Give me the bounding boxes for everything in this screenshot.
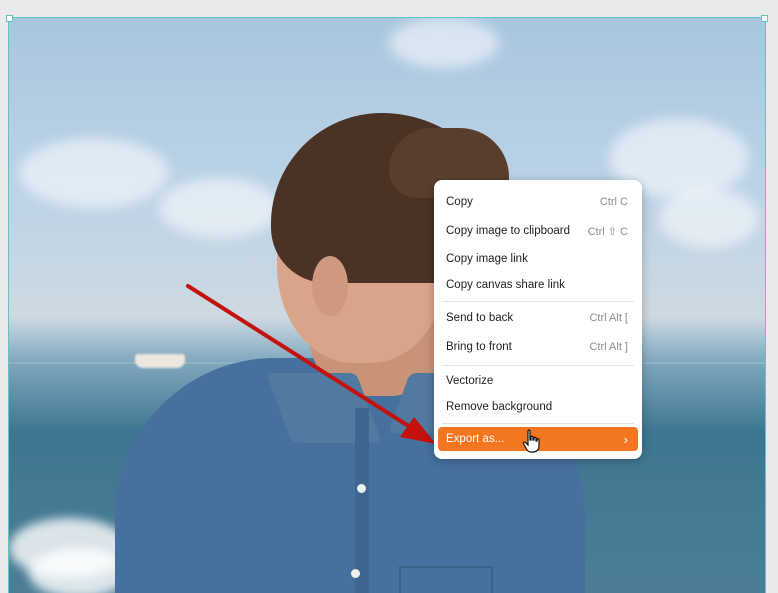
hand-pointer-icon — [522, 429, 540, 453]
context-menu: Copy Ctrl C Copy image to clipboard Ctrl… — [434, 180, 642, 459]
menu-item-label: Export as... — [446, 433, 505, 445]
chevron-right-icon: › — [623, 431, 628, 447]
menu-divider — [442, 301, 634, 302]
menu-item-label: Remove background — [446, 401, 553, 413]
menu-divider — [442, 365, 634, 366]
menu-item-copy-image-link[interactable]: Copy image link — [438, 247, 638, 271]
menu-item-label: Copy image to clipboard — [446, 225, 571, 237]
menu-item-label: Vectorize — [446, 375, 494, 387]
menu-item-send-to-back[interactable]: Send to back Ctrl Alt [ — [438, 306, 638, 330]
menu-item-shortcut: Ctrl Alt ] — [589, 341, 628, 353]
menu-item-label: Bring to front — [446, 341, 512, 353]
menu-item-label: Send to back — [446, 312, 514, 324]
menu-item-copy-image-to-clipboard[interactable]: Copy image to clipboard Ctrl ⇧ C — [438, 219, 638, 243]
menu-item-copy-canvas-share-link[interactable]: Copy canvas share link — [438, 273, 638, 297]
menu-item-bring-to-front[interactable]: Bring to front Ctrl Alt ] — [438, 335, 638, 359]
menu-item-shortcut: Ctrl Alt [ — [589, 312, 628, 324]
menu-divider — [442, 423, 634, 424]
menu-item-shortcut: Ctrl C — [599, 196, 628, 208]
menu-item-label: Copy image link — [446, 253, 528, 265]
menu-item-label: Copy canvas share link — [446, 279, 565, 291]
annotation-arrow-icon — [186, 284, 436, 444]
menu-item-copy[interactable]: Copy Ctrl C — [438, 190, 638, 214]
menu-item-shortcut: Ctrl ⇧ C — [587, 225, 628, 238]
menu-item-remove-background[interactable]: Remove background — [438, 395, 638, 419]
menu-item-label: Copy — [446, 196, 473, 208]
menu-item-vectorize[interactable]: Vectorize — [438, 369, 638, 393]
